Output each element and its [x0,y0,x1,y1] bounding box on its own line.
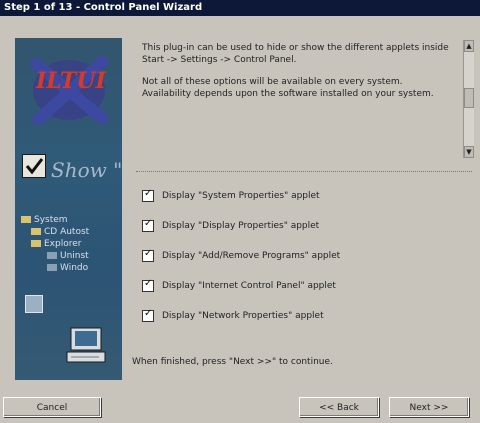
art-checkbox-graphic [22,154,46,178]
intro-paragraph: This plug-in can be used to hide or show… [142,43,449,65]
checkbox[interactable] [142,308,154,322]
checkbox[interactable] [142,278,154,292]
art-tree: System CD Autost Explorer Uninst Windo [21,214,121,274]
art-tree-item: Uninst [21,250,121,262]
gear-icon [47,252,57,259]
wizard-sidebar-art: ILTUI Show " System CD Autost Explorer U… [15,38,122,380]
network-icon [25,295,43,313]
intro-scrollbar[interactable]: ▲ ▼ [463,40,474,158]
intro-paragraph: Not all of these options will be availab… [142,77,434,99]
xtui-logo: ILTUI [30,56,108,124]
scroll-up-arrow-icon[interactable]: ▲ [464,40,474,52]
window-title: Step 1 of 13 - Control Panel Wizard [4,2,203,13]
finish-instructions: When finished, press "Next >>" to contin… [132,357,333,367]
wizard-window: ILTUI Show " System CD Autost Explorer U… [0,16,480,423]
checkbox[interactable] [142,248,154,262]
folder-icon [21,216,31,223]
option-network-properties[interactable]: Display "Network Properties" applet [142,301,462,331]
option-label: Display "Add/Remove Programs" applet [162,251,341,261]
art-tree-item: Windo [21,262,121,274]
folder-icon [31,228,41,235]
art-tree-item: CD Autost [21,226,121,238]
art-tree-item: System [21,214,121,226]
cancel-button[interactable]: Cancel [3,397,101,417]
checkbox[interactable] [142,218,154,232]
wizard-content: This plug-in can be used to hide or show… [132,38,474,380]
option-internet-control-panel[interactable]: Display "Internet Control Panel" applet [142,271,462,301]
scroll-down-arrow-icon[interactable]: ▼ [464,146,474,158]
art-caption: Show " [51,158,122,182]
option-label: Display "Display Properties" applet [162,221,320,231]
intro-text-box[interactable]: This plug-in can be used to hide or show… [142,42,452,160]
back-button[interactable]: << Back [299,397,379,417]
logo-text: ILTUI [35,68,107,94]
option-display-properties[interactable]: Display "Display Properties" applet [142,211,462,241]
gear-icon [47,264,57,271]
checkbox[interactable] [142,188,154,202]
separator [136,171,472,172]
option-system-properties[interactable]: Display "System Properties" applet [142,181,462,211]
folder-icon [31,240,41,247]
option-add-remove-programs[interactable]: Display "Add/Remove Programs" applet [142,241,462,271]
option-label: Display "System Properties" applet [162,191,320,201]
art-tree-item: Explorer [21,238,121,250]
computer-icon [66,327,106,363]
window-titlebar: Step 1 of 13 - Control Panel Wizard [0,0,480,16]
scroll-thumb[interactable] [464,88,474,108]
applet-options: Display "System Properties" applet Displ… [142,181,462,331]
option-label: Display "Network Properties" applet [162,311,324,321]
option-label: Display "Internet Control Panel" applet [162,281,336,291]
next-button[interactable]: Next >> [389,397,469,417]
